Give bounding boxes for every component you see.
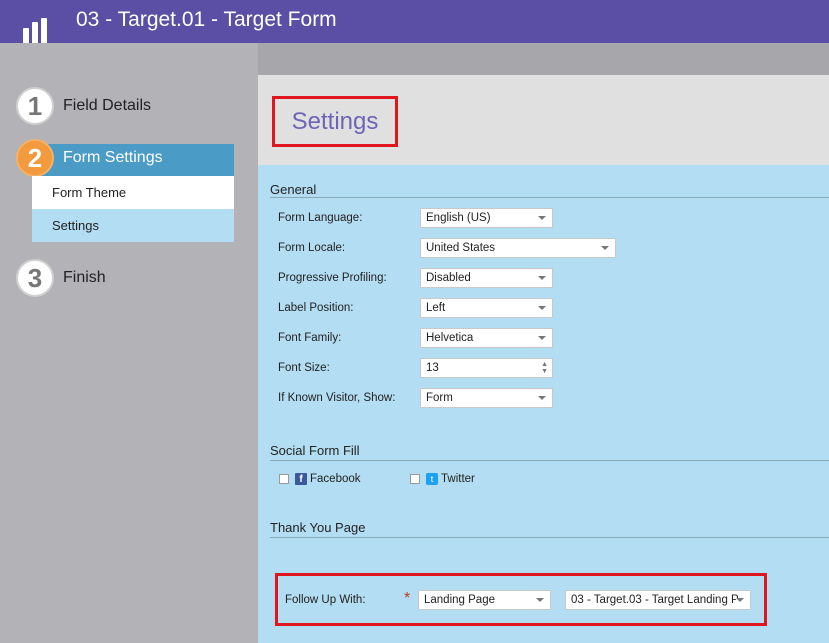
required-marker: * (404, 590, 411, 607)
substep-settings[interactable]: Settings (32, 209, 234, 242)
form-language-label: Form Language: (278, 212, 363, 224)
wizard-sidebar: 1 Field Details 2 Form Settings Form The… (0, 43, 258, 643)
substep-form-theme[interactable]: Form Theme (32, 176, 234, 209)
chevron-down-icon (538, 216, 546, 220)
step-field-details[interactable]: 1 Field Details (16, 87, 151, 125)
label-position-select[interactable]: Left (420, 298, 553, 318)
known-visitor-select[interactable]: Form (420, 388, 553, 408)
section-divider (270, 537, 829, 538)
step-number: 3 (16, 259, 54, 297)
chevron-down-icon (538, 276, 546, 280)
step-label: Form Settings (63, 149, 163, 166)
toolbar-band (258, 43, 829, 75)
select-value: English (US) (426, 212, 491, 224)
follow-up-row: Follow Up With: * Landing Page 03 - Targ… (275, 573, 767, 626)
step-label: Finish (63, 269, 106, 286)
facebook-icon: f (295, 473, 307, 485)
select-value: Landing Page (424, 594, 495, 606)
font-size-label: Font Size: (278, 362, 330, 374)
twitter-option[interactable]: t Twitter (410, 473, 475, 485)
step-number: 2 (16, 139, 54, 177)
form-locale-label: Form Locale: (278, 242, 346, 254)
select-value: Form (426, 392, 453, 404)
select-value: Disabled (426, 272, 471, 284)
follow-up-page-select[interactable]: 03 - Target.03 - Target Landing P (565, 590, 751, 610)
select-value: Helvetica (426, 332, 474, 344)
progressive-profiling-label: Progressive Profiling: (278, 272, 387, 284)
chevron-down-icon (538, 306, 546, 310)
select-value: 03 - Target.03 - Target Landing P (571, 594, 739, 606)
select-value: United States (426, 242, 496, 254)
section-divider (270, 197, 829, 198)
chevron-down-icon (538, 336, 546, 340)
step-number: 1 (16, 87, 54, 125)
settings-header: Settings (258, 75, 829, 165)
progressive-profiling-select[interactable]: Disabled (420, 268, 553, 288)
chevron-down-icon (736, 598, 744, 602)
settings-title: Settings (272, 96, 398, 147)
form-locale-select[interactable]: United States (420, 238, 616, 258)
known-visitor-label: If Known Visitor, Show: (278, 392, 396, 404)
twitter-icon: t (426, 473, 438, 485)
chevron-down-icon (538, 396, 546, 400)
step-label: Field Details (63, 97, 152, 114)
form-language-select[interactable]: English (US) (420, 208, 553, 228)
section-social-title: Social Form Fill (270, 443, 360, 458)
spinner-arrows-icon[interactable]: ▲ ▼ (541, 361, 548, 375)
step-form-settings[interactable]: 2 Form Settings (16, 139, 163, 177)
step-finish[interactable]: 3 Finish (16, 259, 106, 297)
font-size-stepper[interactable]: 13 ▲ ▼ (420, 358, 553, 378)
font-family-label: Font Family: (278, 332, 342, 344)
select-value: Left (426, 302, 446, 314)
section-divider (270, 460, 829, 461)
page-title: 03 - Target.01 - Target Form (76, 8, 337, 31)
settings-content: General Form Language: English (US) Form… (258, 165, 829, 643)
chevron-down-icon (536, 598, 544, 602)
facebook-checkbox[interactable] (279, 474, 289, 484)
stepper-value: 13 (426, 362, 439, 374)
chevron-down-icon (601, 246, 609, 250)
follow-up-type-select[interactable]: Landing Page (418, 590, 551, 610)
section-thankyou-title: Thank You Page (270, 520, 366, 535)
facebook-label: Facebook (310, 473, 361, 485)
twitter-checkbox[interactable] (410, 474, 420, 484)
follow-up-label: Follow Up With: (285, 594, 366, 606)
font-family-select[interactable]: Helvetica (420, 328, 553, 348)
section-general-title: General (270, 182, 317, 197)
facebook-option[interactable]: f Facebook (279, 473, 361, 485)
top-bar: 03 - Target.01 - Target Form (0, 0, 829, 64)
label-position-label: Label Position: (278, 302, 354, 314)
twitter-label: Twitter (441, 473, 475, 485)
